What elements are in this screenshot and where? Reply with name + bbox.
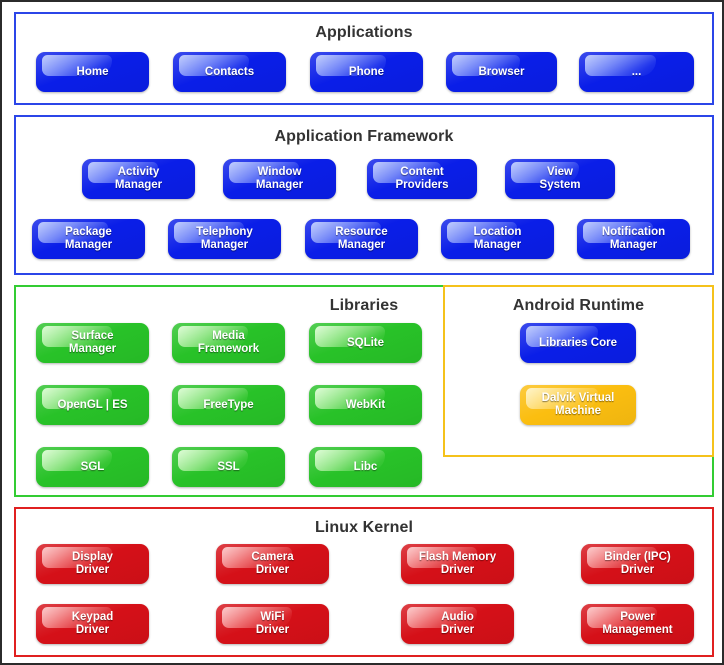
- library-box-opengl-es-label: OpenGL | ES: [57, 398, 128, 411]
- framework-box-resource-manager-label: Resource Manager: [335, 226, 388, 251]
- framework-box-package-manager-label: Package Manager: [64, 226, 113, 251]
- runtime-box-libraries-core-label: Libraries Core: [539, 336, 617, 349]
- app-box-home[interactable]: Home: [36, 52, 149, 92]
- library-box-libc[interactable]: Libc: [309, 447, 422, 487]
- runtime-box-dalvik-virtual-machine-label: Dalvik Virtual Machine: [541, 392, 615, 417]
- framework-box-content-providers[interactable]: Content Providers: [367, 159, 477, 199]
- library-box-webkit[interactable]: WebKit: [309, 385, 422, 425]
- section-android-runtime: Android Runtime Libraries Core Dalvik Vi…: [443, 285, 714, 457]
- app-box-contacts[interactable]: Contacts: [173, 52, 286, 92]
- library-box-surface-manager-label: Surface Manager: [68, 330, 117, 355]
- library-box-sgl-label: SGL: [80, 460, 105, 473]
- kernel-box-camera-driver-label: Camera Driver: [251, 551, 294, 576]
- app-box-contacts-label: Contacts: [204, 65, 255, 78]
- framework-box-content-providers-label: Content Providers: [395, 166, 449, 191]
- framework-box-location-manager[interactable]: Location Manager: [441, 219, 554, 259]
- app-box-more[interactable]: ...: [579, 52, 694, 92]
- library-box-opengl-es[interactable]: OpenGL | ES: [36, 385, 149, 425]
- framework-box-telephony-manager[interactable]: Telephony Manager: [168, 219, 281, 259]
- kernel-box-power-management[interactable]: Power Management: [581, 604, 694, 644]
- kernel-box-display-driver-label: Display Driver: [72, 551, 113, 576]
- framework-box-notification-manager-label: Notification Manager: [601, 226, 666, 251]
- library-box-surface-manager[interactable]: Surface Manager: [36, 323, 149, 363]
- kernel-box-keypad-driver-label: Keypad Driver: [71, 611, 114, 636]
- section-application-framework: Application Framework Activity Manager Wi…: [14, 115, 714, 275]
- framework-box-notification-manager[interactable]: Notification Manager: [577, 219, 690, 259]
- section-title-applications: Applications: [315, 24, 413, 41]
- library-box-sqlite[interactable]: SQLite: [309, 323, 422, 363]
- app-box-more-label: ...: [631, 65, 642, 78]
- framework-box-window-manager[interactable]: Window Manager: [223, 159, 336, 199]
- library-box-sqlite-label: SQLite: [346, 336, 385, 349]
- framework-box-package-manager[interactable]: Package Manager: [32, 219, 145, 259]
- framework-box-activity-manager-label: Activity Manager: [114, 166, 163, 191]
- framework-box-activity-manager[interactable]: Activity Manager: [82, 159, 195, 199]
- framework-box-telephony-manager-label: Telephony Manager: [196, 226, 253, 251]
- kernel-box-audio-driver-label: Audio Driver: [440, 611, 475, 636]
- library-box-media-framework-label: Media Framework: [197, 330, 260, 355]
- framework-box-window-manager-label: Window Manager: [255, 166, 304, 191]
- library-box-freetype-label: FreeType: [203, 398, 254, 411]
- section-title-kernel: Linux Kernel: [314, 519, 414, 536]
- library-box-freetype[interactable]: FreeType: [172, 385, 285, 425]
- kernel-box-flash-memory-driver-label: Flash Memory Driver: [418, 551, 497, 576]
- kernel-box-wifi-driver[interactable]: WiFi Driver: [216, 604, 329, 644]
- library-box-webkit-label: WebKit: [345, 398, 386, 411]
- library-box-ssl-label: SSL: [217, 460, 240, 473]
- section-title-framework: Application Framework: [274, 128, 454, 145]
- runtime-box-dalvik-virtual-machine[interactable]: Dalvik Virtual Machine: [520, 385, 636, 425]
- framework-box-view-system-label: View System: [539, 166, 581, 191]
- kernel-box-power-management-label: Power Management: [602, 611, 673, 636]
- android-architecture-diagram: Applications Home Contacts Phone Browser…: [0, 0, 724, 665]
- library-box-ssl[interactable]: SSL: [172, 447, 285, 487]
- library-box-media-framework[interactable]: Media Framework: [172, 323, 285, 363]
- kernel-box-keypad-driver[interactable]: Keypad Driver: [36, 604, 149, 644]
- framework-box-resource-manager[interactable]: Resource Manager: [305, 219, 418, 259]
- app-box-browser[interactable]: Browser: [446, 52, 557, 92]
- app-box-browser-label: Browser: [478, 65, 525, 78]
- library-box-sgl[interactable]: SGL: [36, 447, 149, 487]
- layer-stack: Applications Home Contacts Phone Browser…: [14, 12, 714, 657]
- kernel-box-wifi-driver-label: WiFi Driver: [255, 611, 290, 636]
- library-box-libc-label: Libc: [353, 460, 378, 473]
- app-box-phone[interactable]: Phone: [310, 52, 423, 92]
- kernel-box-display-driver[interactable]: Display Driver: [36, 544, 149, 584]
- framework-box-location-manager-label: Location Manager: [473, 226, 522, 251]
- section-applications: Applications Home Contacts Phone Browser…: [14, 12, 714, 105]
- section-linux-kernel: Linux Kernel Display Driver Camera Driver …: [14, 507, 714, 657]
- runtime-box-libraries-core[interactable]: Libraries Core: [520, 323, 636, 363]
- kernel-box-binder-ipc-driver[interactable]: Binder (IPC) Driver: [581, 544, 694, 584]
- app-box-home-label: Home: [76, 65, 109, 78]
- app-box-phone-label: Phone: [348, 65, 385, 78]
- section-title-runtime: Android Runtime: [512, 297, 645, 314]
- kernel-box-camera-driver[interactable]: Camera Driver: [216, 544, 329, 584]
- kernel-box-binder-ipc-driver-label: Binder (IPC) Driver: [604, 551, 671, 576]
- kernel-box-audio-driver[interactable]: Audio Driver: [401, 604, 514, 644]
- kernel-box-flash-memory-driver[interactable]: Flash Memory Driver: [401, 544, 514, 584]
- framework-box-view-system[interactable]: View System: [505, 159, 615, 199]
